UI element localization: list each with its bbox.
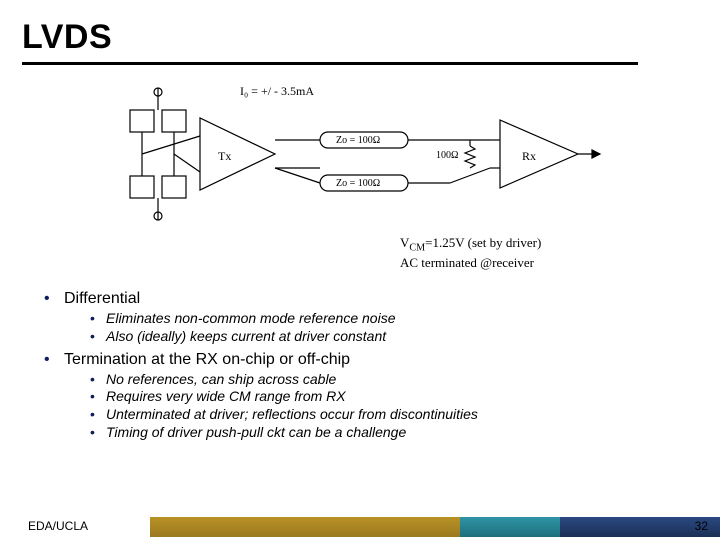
vcm-rest: =1.25V (set by driver) bbox=[425, 235, 541, 250]
bullet-termination: Termination at the RX on-chip or off-chi… bbox=[40, 351, 680, 441]
bullet-label: Termination at the RX on-chip or off-chi… bbox=[64, 351, 350, 368]
vcm-prefix: V bbox=[400, 235, 409, 250]
zo-top: Zo = 100Ω bbox=[336, 135, 380, 146]
diagram-caption: VCM=1.25V (set by driver) AC terminated … bbox=[400, 235, 541, 272]
footer-color-bar bbox=[150, 517, 720, 537]
bullet-label: Differential bbox=[64, 290, 140, 307]
lvds-svg: I₀ = +/ - 3.5mA Tx Rx Zo = 100Ω Zo = 100… bbox=[110, 80, 610, 230]
slide: LVDS bbox=[0, 0, 720, 540]
tx-label: Tx bbox=[218, 149, 231, 163]
bar-gold bbox=[150, 517, 460, 537]
sub-bullet: Timing of driver push-pull ckt can be a … bbox=[88, 424, 680, 441]
page-number: 32 bbox=[695, 519, 708, 533]
sub-bullet: Eliminates non-common mode reference noi… bbox=[88, 310, 680, 327]
slide-title: LVDS bbox=[22, 18, 112, 57]
zo-bot: Zo = 100Ω bbox=[336, 178, 380, 189]
footer: EDA/UCLA 32 bbox=[0, 514, 720, 540]
bullet-content: Differential Eliminates non-common mode … bbox=[40, 290, 680, 447]
term-label: 100Ω bbox=[436, 150, 458, 161]
sub-bullet: No references, can ship across cable bbox=[88, 371, 680, 388]
sub-bullet: Also (ideally) keeps current at driver c… bbox=[88, 328, 680, 345]
ac-term: AC terminated @receiver bbox=[400, 255, 534, 270]
bullet-differential: Differential Eliminates non-common mode … bbox=[40, 290, 680, 345]
bar-teal bbox=[460, 517, 560, 537]
lvds-diagram: I₀ = +/ - 3.5mA Tx Rx Zo = 100Ω Zo = 100… bbox=[110, 80, 610, 230]
title-underline bbox=[22, 62, 638, 65]
rx-label: Rx bbox=[522, 149, 536, 163]
io-label: I₀ = +/ - 3.5mA bbox=[240, 84, 314, 98]
sub-bullet: Requires very wide CM range from RX bbox=[88, 388, 680, 405]
footer-left: EDA/UCLA bbox=[28, 519, 88, 533]
vcm-sub: CM bbox=[409, 243, 425, 254]
sub-bullet: Unterminated at driver; reflections occu… bbox=[88, 406, 680, 423]
